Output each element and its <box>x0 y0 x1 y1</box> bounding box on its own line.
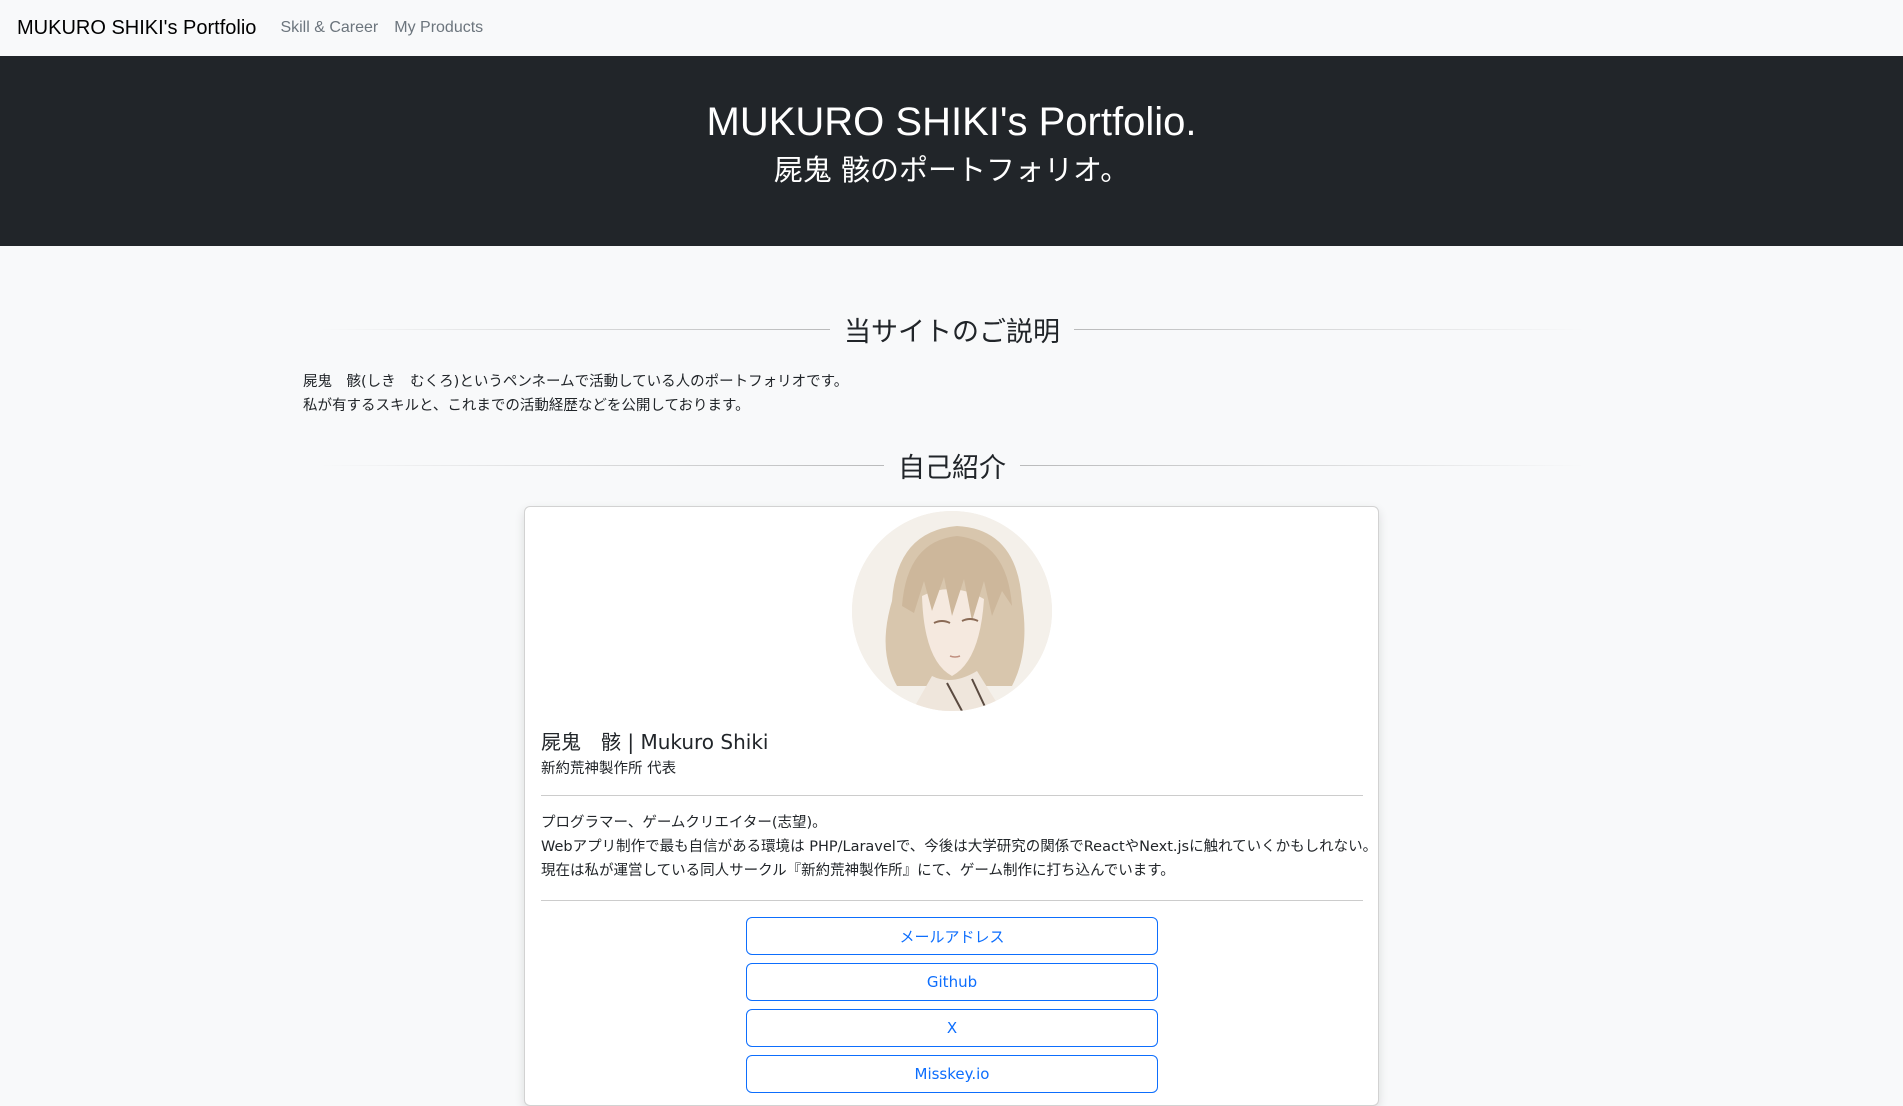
heading-divider-left <box>318 465 884 466</box>
bio-line: Webアプリ制作で最も自信がある環境は PHP/Laravelで、今後は大学研究… <box>541 839 1378 855</box>
hero-subtitle: 屍鬼 骸のポートフォリオ。 <box>773 153 1130 187</box>
about-description: 屍鬼 骸(しき むくろ)というペンネームで活動している人のポートフォリオです。 … <box>303 370 848 418</box>
profile-name: 屍鬼 骸 | Mukuro Shiki <box>541 730 769 754</box>
misskey-button[interactable]: Misskey.io <box>746 1055 1158 1093</box>
about-line: 屍鬼 骸(しき むくろ)というペンネームで活動している人のポートフォリオです。 <box>303 374 849 390</box>
email-button[interactable]: メールアドレス <box>746 917 1158 955</box>
bio-line: プログラマー、ゲームクリエイター(志望)。 <box>541 815 827 831</box>
x-button[interactable]: X <box>746 1009 1158 1047</box>
section-title-intro: 自己紹介 <box>898 453 1006 484</box>
profile-card: 屍鬼 骸 | Mukuro Shiki 新約荒神製作所 代表 プログラマー、ゲー… <box>524 506 1379 1106</box>
navbar-brand[interactable]: MUKURO SHIKI's Portfolio <box>17 17 256 40</box>
profile-bio: プログラマー、ゲームクリエイター(志望)。 Webアプリ制作で最も自信がある環境… <box>541 811 1377 883</box>
top-navbar: MUKURO SHIKI's Portfolio Skill & Career … <box>0 0 1903 56</box>
about-line: 私が有するスキルと、これまでの活動経歴などを公開しております。 <box>303 398 750 414</box>
section-heading-intro: 自己紹介 <box>318 446 1586 485</box>
profile-divider <box>541 795 1363 796</box>
nav-link-my-products[interactable]: My Products <box>394 19 483 37</box>
profile-divider <box>541 900 1363 901</box>
section-heading-about: 当サイトのご説明 <box>318 310 1586 349</box>
bio-line: 現在は私が運営している同人サークル『新約荒神製作所』にて、ゲーム制作に打ち込んで… <box>541 863 1175 879</box>
heading-divider-left <box>318 329 830 330</box>
github-button[interactable]: Github <box>746 963 1158 1001</box>
avatar <box>852 511 1052 711</box>
nav-link-skill-career[interactable]: Skill & Career <box>280 19 378 37</box>
avatar-illustration <box>852 511 1052 711</box>
section-title-about: 当サイトのご説明 <box>844 317 1060 348</box>
profile-role: 新約荒神製作所 代表 <box>541 761 677 777</box>
heading-divider-right <box>1020 465 1586 466</box>
hero-banner: MUKURO SHIKI's Portfolio. 屍鬼 骸のポートフォリオ。 <box>0 56 1903 246</box>
hero-title: MUKURO SHIKI's Portfolio. <box>706 100 1197 144</box>
heading-divider-right <box>1074 329 1586 330</box>
